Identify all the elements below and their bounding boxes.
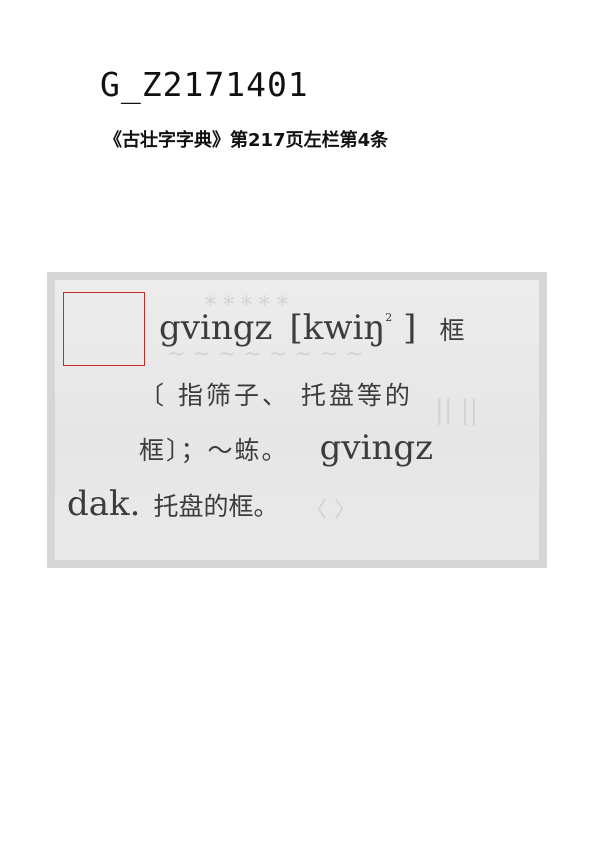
scan-line-1: gvingz [kwiŋ2 ] 框 [159, 308, 464, 348]
page-title: G_Z2171401 𬂔 [100, 58, 335, 110]
scan-line-4: dak. 托盘的框。 [67, 484, 279, 524]
gloss-char: 框 [439, 316, 464, 345]
dictionary-scan: ⁎ ⁎ ⁎ ⁎ ⁎ ~ ~ ~ ~ ~ ~ ~ ~ || || 〈 〉 𬂔 gv… [47, 272, 547, 568]
scan-line-3: 框〕；～𬟽。 gvingz [139, 428, 433, 468]
ipa-close: ] [392, 308, 416, 348]
source-reference: 《古壮字字典》第217页左栏第4条 [104, 126, 388, 152]
bleed-through-mark: 〈 〉 [305, 492, 356, 524]
entry-highlight-box: 𬂔 [63, 292, 145, 366]
scan-line-2: 〔 指筛子、 托盘等的 [139, 376, 413, 412]
example-romanization: gvingz [320, 428, 433, 468]
romanization: gvingz [159, 308, 272, 348]
example-gloss: 托盘的框。 [154, 492, 279, 521]
example-romanization-end: dak. [67, 484, 140, 524]
scan-paper: ⁎ ⁎ ⁎ ⁎ ⁎ ~ ~ ~ ~ ~ ~ ~ ~ || || 〈 〉 𬂔 gv… [55, 280, 539, 560]
glyph-code: G_Z2171401 [100, 65, 309, 104]
bleed-through-mark: || || [435, 396, 478, 426]
ipa-open: [kwiŋ [290, 308, 386, 348]
definition-text: 〔 指筛子、 托盘等的 [139, 381, 413, 410]
definition-cont: 框〕；～𬟽。 [139, 436, 289, 465]
